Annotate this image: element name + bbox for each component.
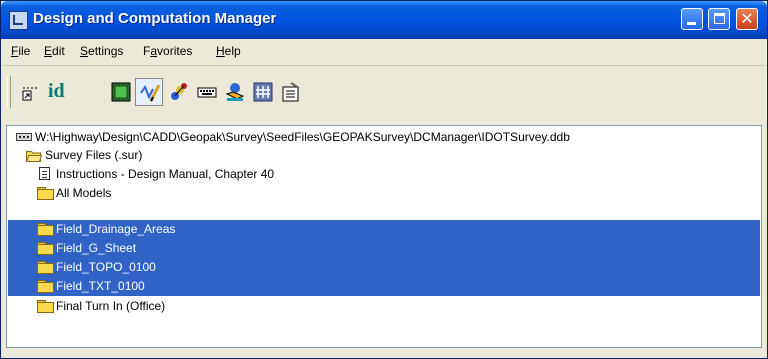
menu-file[interactable]: File xyxy=(11,44,30,58)
folder-icon xyxy=(37,223,54,236)
folder-icon xyxy=(37,280,54,293)
highlight-button[interactable] xyxy=(221,78,249,106)
tree-item-all-models[interactable]: All Models xyxy=(8,184,760,203)
menu-edit[interactable]: Edit xyxy=(44,44,65,58)
tools-button[interactable] xyxy=(249,78,277,106)
dcm-window: Design and Computation Manager ✕ File Ed… xyxy=(0,0,768,359)
category-label: Survey Files (.sur) xyxy=(45,148,143,162)
identify-icon: id xyxy=(48,80,65,102)
draw-icon xyxy=(140,84,160,102)
tree-item-label: Field_G_Sheet xyxy=(56,241,137,255)
tree-item-final-turn-in[interactable]: Final Turn In (Office) xyxy=(8,297,760,316)
palette-icon xyxy=(171,83,187,100)
identify-button[interactable]: id xyxy=(45,78,79,106)
open-folder-icon xyxy=(25,149,43,162)
menu-bar: File Edit Settings Favorites Help xyxy=(3,41,765,63)
tree-item-field-drainage-areas[interactable]: Field_Drainage_Areas xyxy=(8,220,760,239)
close-icon: ✕ xyxy=(740,9,754,28)
draw-button[interactable] xyxy=(135,78,163,106)
tree-database-row[interactable]: W:\Highway\Design\CADD\Geopak\Survey\See… xyxy=(8,128,760,147)
tools-icon xyxy=(253,82,273,102)
tree-item-label: All Models xyxy=(56,186,112,200)
tree-item-field-topo-0100[interactable]: Field_TOPO_0100 xyxy=(8,258,760,277)
keyboard-button[interactable] xyxy=(193,78,221,106)
tree-item-label: Field_TXT_0100 xyxy=(56,279,145,293)
palette-button[interactable] xyxy=(165,78,193,106)
window-title: Design and Computation Manager xyxy=(33,10,277,27)
maximize-button[interactable] xyxy=(708,8,730,30)
keyboard-icon xyxy=(197,87,217,98)
toolbar: id xyxy=(3,65,765,118)
minimize-button[interactable] xyxy=(681,8,703,30)
folder-icon xyxy=(37,187,54,200)
title-bar[interactable]: Design and Computation Manager ✕ xyxy=(1,1,767,39)
menu-help[interactable]: Help xyxy=(216,44,241,58)
tree-item-label: Field_Drainage_Areas xyxy=(56,222,176,236)
folder-icon xyxy=(37,261,54,274)
properties-icon xyxy=(282,82,300,102)
database-icon xyxy=(16,131,32,143)
database-path: W:\Highway\Design\CADD\Geopak\Survey\See… xyxy=(35,130,570,144)
folder-icon xyxy=(37,300,54,313)
place-point-icon xyxy=(22,87,39,101)
menu-favorites[interactable]: Favorites xyxy=(143,44,192,58)
app-icon xyxy=(9,11,28,30)
tree-view[interactable]: W:\Highway\Design\CADD\Geopak\Survey\See… xyxy=(6,125,762,348)
tree-item-label: Instructions - Design Manual, Chapter 40 xyxy=(56,167,275,181)
tree-item-instructions[interactable]: Instructions - Design Manual, Chapter 40 xyxy=(8,165,760,184)
tree-item-label: Final Turn In (Office) xyxy=(56,299,166,313)
menu-settings[interactable]: Settings xyxy=(80,44,123,58)
maximize-icon xyxy=(714,13,725,24)
toolbar-grip[interactable] xyxy=(7,76,11,108)
document-icon xyxy=(37,167,53,180)
properties-button[interactable] xyxy=(277,78,305,106)
minimize-icon xyxy=(687,22,696,25)
tree-category-row[interactable]: Survey Files (.sur) xyxy=(8,146,760,165)
folder-icon xyxy=(37,242,54,255)
display-icon xyxy=(111,82,131,102)
place-point-button[interactable] xyxy=(17,78,45,106)
tree-item-field-txt-0100[interactable]: Field_TXT_0100 xyxy=(8,277,760,296)
close-button[interactable]: ✕ xyxy=(736,8,758,30)
highlight-icon xyxy=(225,83,245,101)
tree-item-label: Field_TOPO_0100 xyxy=(56,260,156,274)
display-button[interactable] xyxy=(107,78,135,106)
tree-item-field-g-sheet[interactable]: Field_G_Sheet xyxy=(8,239,760,258)
